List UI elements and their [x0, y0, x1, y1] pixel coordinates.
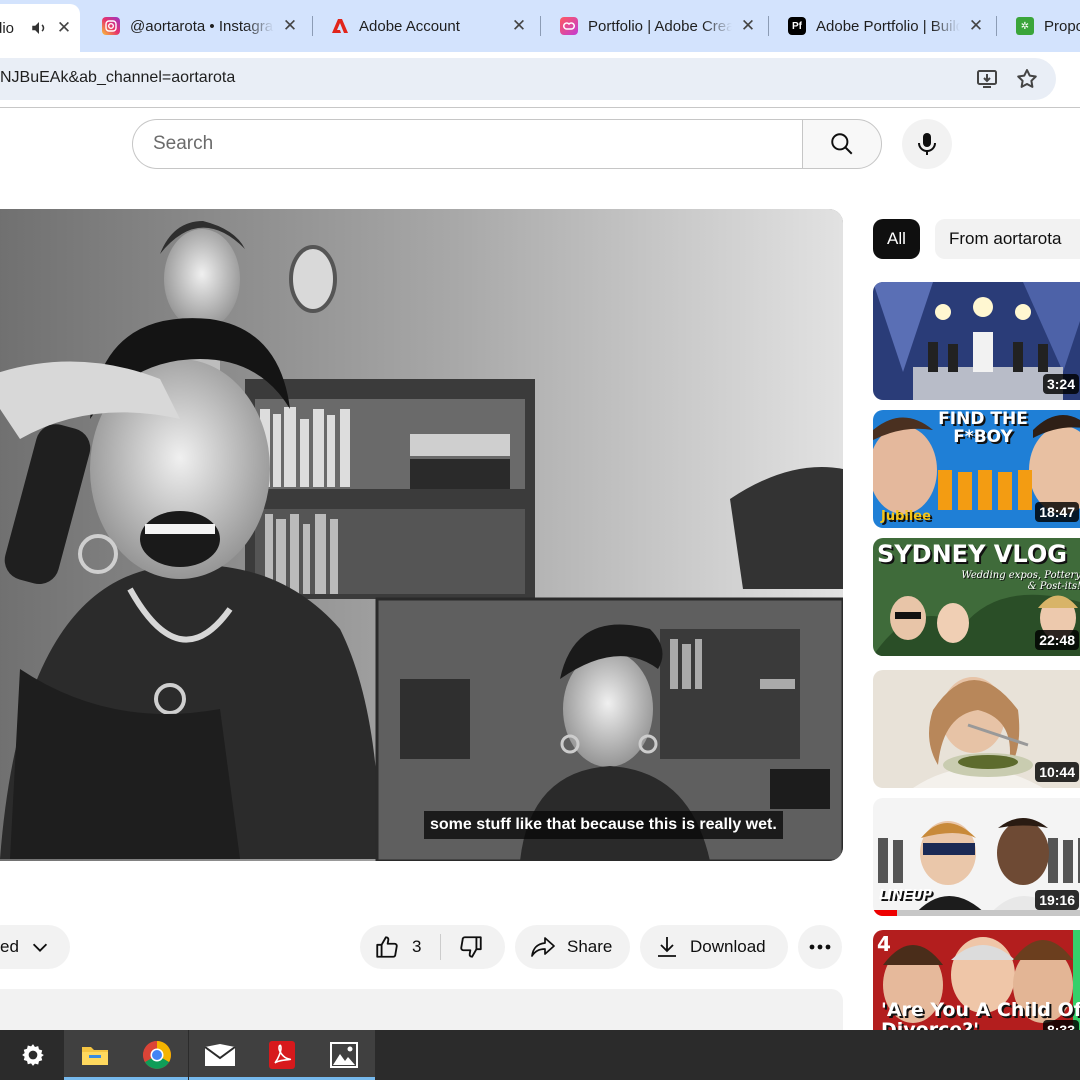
tab-title: Adobe Portfolio | Build	[816, 17, 960, 35]
related-video-thumbnail[interactable]: 3:24	[873, 282, 1080, 400]
video-duration: 10:44	[1035, 762, 1079, 782]
channel4-logo-icon: 4	[877, 932, 891, 956]
tab-divider	[312, 16, 313, 36]
taskbar-chrome[interactable]	[126, 1030, 188, 1080]
chevron-down-icon	[32, 943, 47, 952]
channel-badge: LINEUP	[879, 888, 932, 903]
tab-adobe-account[interactable]: Adobe Account ✕	[325, 6, 535, 46]
video-duration: 8:33	[1042, 1020, 1079, 1030]
like-count: 3	[412, 937, 422, 956]
instagram-icon	[102, 17, 120, 35]
related-video-thumbnail[interactable]: FIND THE F*BOY Jubilee 18:47	[873, 410, 1080, 528]
video-player[interactable]	[0, 209, 843, 861]
settings-icon	[22, 1044, 44, 1066]
mail-icon	[204, 1044, 236, 1066]
tab-instagram[interactable]: @aortarota • Instagram ✕	[96, 6, 306, 46]
search-button[interactable]	[802, 119, 882, 169]
tab-adobe-portfolio[interactable]: Pf Adobe Portfolio | Build ✕	[782, 6, 992, 46]
adobe-icon	[331, 17, 349, 35]
tab-divider	[540, 16, 541, 36]
adobe-portfolio-icon: Pf	[788, 17, 806, 35]
tab-divider	[768, 16, 769, 36]
search-input[interactable]	[132, 119, 803, 169]
video-duration: 22:48	[1035, 630, 1079, 650]
video-duration: 19:16	[1035, 890, 1079, 910]
taskbar-settings[interactable]	[2, 1030, 64, 1080]
close-tab-icon[interactable]: ✕	[738, 16, 758, 36]
taskbar-file-explorer[interactable]	[64, 1030, 126, 1080]
windows-taskbar	[0, 1030, 1080, 1080]
chip-from-channel[interactable]: From aortarota	[935, 219, 1080, 259]
tab-title: Adobe Account	[359, 17, 460, 35]
screen: dio ✕ @aortarota • Instagram ✕ Adobe Acc…	[0, 0, 1080, 1080]
search-icon	[831, 133, 853, 155]
video-duration: 18:47	[1035, 502, 1079, 522]
acrobat-icon	[269, 1041, 295, 1069]
tab-proposal[interactable]: ✲ Propo	[1010, 6, 1080, 46]
file-explorer-icon	[82, 1047, 108, 1065]
puzzle-icon: ✲	[1016, 17, 1034, 35]
close-tab-icon[interactable]: ✕	[966, 16, 986, 36]
tab-divider	[996, 16, 997, 36]
close-tab-icon[interactable]: ✕	[280, 16, 300, 36]
share-label: Share	[567, 937, 613, 956]
tab-strip: dio ✕ @aortarota • Instagram ✕ Adobe Acc…	[0, 0, 1080, 52]
search-box	[132, 119, 882, 169]
download-icon	[658, 937, 676, 957]
microphone-icon	[918, 133, 936, 155]
speaker-icon[interactable]	[30, 19, 48, 37]
related-video-thumbnail[interactable]: 10:44	[873, 670, 1080, 788]
share-button[interactable]: Share	[515, 925, 630, 969]
photos-icon	[330, 1042, 358, 1068]
like-dislike-group: 3	[360, 925, 505, 969]
tab-title: @aortarota • Instagram	[130, 17, 274, 35]
thumbnail-title: FIND THE F*BOY	[938, 410, 1028, 447]
thumbs-up-icon	[376, 936, 398, 958]
subscribed-label: ed	[0, 937, 19, 956]
more-horizontal-icon	[809, 944, 831, 950]
video-duration: 3:24	[1042, 374, 1079, 394]
related-video-thumbnail[interactable]: LINEUP 19:16	[873, 798, 1080, 916]
bookmark-star-icon[interactable]	[1015, 67, 1039, 91]
voice-search-button[interactable]	[902, 119, 952, 169]
dislike-button[interactable]	[441, 925, 501, 969]
related-video-thumbnail[interactable]: 4 'Are You A Child Of Divorce?' 8:33	[873, 930, 1080, 1030]
thumbnail-title: SYDNEY VLOG	[877, 540, 1067, 568]
install-app-icon[interactable]	[975, 67, 999, 91]
thumbs-down-icon	[460, 936, 482, 958]
subscribed-button[interactable]: ed	[0, 925, 70, 969]
creative-cloud-icon	[560, 17, 578, 35]
tab-creative-cloud-portfolio[interactable]: Portfolio | Adobe Creative Cloud ✕	[554, 6, 764, 46]
chip-all[interactable]: All	[873, 219, 920, 259]
close-tab-icon[interactable]: ✕	[509, 16, 529, 36]
taskbar-acrobat[interactable]	[251, 1030, 313, 1080]
tab-title: Portfolio | Adobe Creative Cloud	[588, 17, 732, 35]
related-video-thumbnail[interactable]: SYDNEY VLOG Wedding expos, Pottery & Pos…	[873, 538, 1080, 656]
download-label: Download	[690, 937, 766, 956]
share-icon	[531, 937, 555, 957]
thumbnail-subtitle: Wedding expos, Pottery & Post-its!	[961, 570, 1080, 592]
taskbar-mail[interactable]	[189, 1030, 251, 1080]
address-bar[interactable]: NJBuEAk&ab_channel=aortarota	[0, 58, 1056, 100]
taskbar-photos[interactable]	[313, 1030, 375, 1080]
chrome-icon	[143, 1041, 171, 1069]
video-caption: some stuff like that because this is rea…	[424, 811, 783, 839]
tab-active-video[interactable]: dio ✕	[0, 4, 80, 52]
like-button[interactable]: 3	[360, 925, 440, 969]
video-frame	[0, 209, 843, 861]
tab-title: dio	[0, 19, 15, 37]
url-text[interactable]: NJBuEAk&ab_channel=aortarota	[0, 69, 235, 87]
close-tab-icon[interactable]: ✕	[54, 18, 74, 38]
more-actions-button[interactable]	[798, 925, 842, 969]
channel-badge: Jubilee	[881, 509, 931, 524]
browser-toolbar: NJBuEAk&ab_channel=aortarota	[0, 52, 1080, 108]
download-button[interactable]: Download	[640, 925, 788, 969]
tab-title: Propo	[1044, 17, 1080, 35]
